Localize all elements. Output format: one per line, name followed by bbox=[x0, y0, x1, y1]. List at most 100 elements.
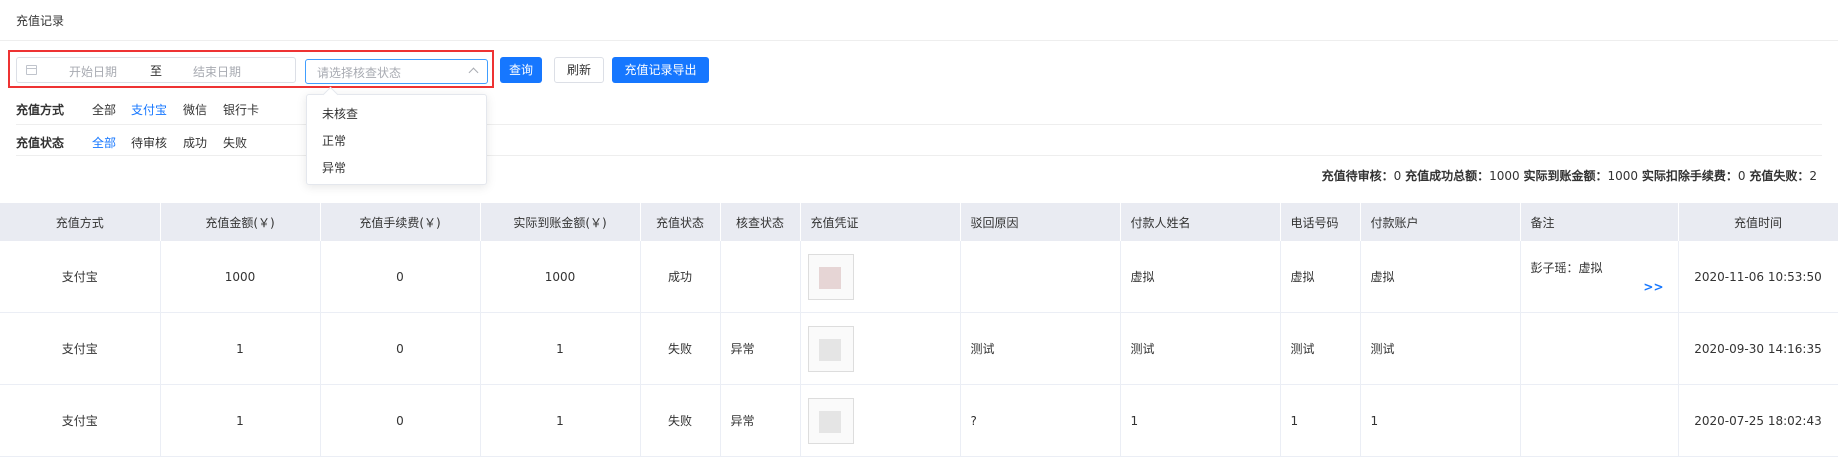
column-header: 付款账户 bbox=[1360, 203, 1521, 241]
column-header: 充值方式 bbox=[0, 203, 161, 241]
check-status-placeholder: 请选择核查状态 bbox=[317, 66, 402, 80]
status-option-abnormal[interactable]: 异常 bbox=[322, 159, 346, 176]
divider bbox=[16, 155, 1822, 156]
summary-bar: 充值待审核：0 充值成功总额：1000 实际到账金额：1000 实际扣除手续费：… bbox=[1322, 167, 1817, 184]
pending-label: 充值待审核： bbox=[1321, 169, 1394, 183]
cell-phone: 虚拟 bbox=[1280, 241, 1361, 313]
cell-check-status bbox=[720, 241, 801, 313]
cell-method: 支付宝 bbox=[0, 312, 161, 385]
table-row: 支付宝 1 0 1 失败 异常 ? 1 1 1 2020-07-25 18:02… bbox=[0, 384, 1838, 457]
method-option-wechat[interactable]: 微信 bbox=[183, 101, 207, 118]
voucher-thumbnail[interactable] bbox=[807, 397, 854, 444]
cell-remark bbox=[1520, 312, 1679, 385]
failed-label: 充值失败： bbox=[1749, 169, 1810, 183]
cell-remark: 彭子瑶：虚拟 >> bbox=[1520, 241, 1679, 313]
state-option-all[interactable]: 全部 bbox=[92, 134, 116, 151]
cell-payer: 测试 bbox=[1120, 312, 1281, 385]
status-option-normal[interactable]: 正常 bbox=[322, 132, 346, 149]
cell-fee: 0 bbox=[320, 384, 481, 457]
method-option-bankcard[interactable]: 银行卡 bbox=[223, 101, 259, 118]
calendar-icon bbox=[26, 65, 37, 75]
cell-voucher bbox=[800, 384, 961, 457]
state-option-pending[interactable]: 待审核 bbox=[131, 134, 167, 151]
cell-status: 失败 bbox=[640, 312, 721, 385]
method-option-all[interactable]: 全部 bbox=[92, 101, 116, 118]
cell-method: 支付宝 bbox=[0, 384, 161, 457]
table-row: 支付宝 1000 0 1000 成功 虚拟 虚拟 虚拟 彭子瑶：虚拟 >> 20… bbox=[0, 241, 1838, 313]
cell-amount: 1 bbox=[160, 312, 321, 385]
cell-remark bbox=[1520, 384, 1679, 457]
fee-label: 实际扣除手续费： bbox=[1641, 169, 1738, 183]
page-title: 充值记录 bbox=[16, 14, 65, 28]
cell-reason bbox=[960, 241, 1121, 313]
cell-fee: 0 bbox=[320, 312, 481, 385]
success-total-value: 1000 bbox=[1489, 169, 1520, 183]
cell-phone: 测试 bbox=[1280, 312, 1361, 385]
column-header: 充值手续费(￥) bbox=[320, 203, 481, 241]
date-range-picker[interactable]: 开始日期 至 结束日期 bbox=[16, 57, 296, 83]
column-header: 备注 bbox=[1520, 203, 1679, 241]
cell-voucher bbox=[800, 312, 961, 385]
divider bbox=[0, 40, 1838, 41]
cell-received: 1 bbox=[480, 312, 641, 385]
column-header: 电话号码 bbox=[1280, 203, 1361, 241]
column-header: 充值凭证 bbox=[800, 203, 961, 241]
success-total-label: 充值成功总额： bbox=[1405, 169, 1490, 183]
cell-status: 失败 bbox=[640, 384, 721, 457]
refresh-button[interactable]: 刷新 bbox=[554, 57, 604, 83]
received-value: 1000 bbox=[1607, 169, 1639, 183]
table-header-row: 充值方式 充值金额(￥) 充值手续费(￥) 实际到账金额(￥) 充值状态 核查状… bbox=[0, 203, 1838, 241]
column-header: 实际到账金额(￥) bbox=[480, 203, 641, 241]
method-filter-label: 充值方式 bbox=[16, 103, 65, 117]
recharge-table: 充值方式 充值金额(￥) 充值手续费(￥) 实际到账金额(￥) 充值状态 核查状… bbox=[0, 203, 1838, 457]
cell-account: 1 bbox=[1360, 384, 1521, 457]
column-header: 核查状态 bbox=[720, 203, 801, 241]
cell-reason: ? bbox=[960, 384, 1121, 457]
column-header: 付款人姓名 bbox=[1120, 203, 1281, 241]
remark-text: 彭子瑶：虚拟 bbox=[1530, 261, 1603, 275]
cell-payer: 虚拟 bbox=[1120, 241, 1281, 313]
received-label: 实际到账金额： bbox=[1523, 169, 1608, 183]
cell-method: 支付宝 bbox=[0, 241, 161, 313]
cell-phone: 1 bbox=[1280, 384, 1361, 457]
column-header: 充值状态 bbox=[640, 203, 721, 241]
dropdown-arrow bbox=[322, 86, 339, 103]
cell-amount: 1000 bbox=[160, 241, 321, 313]
divider bbox=[16, 124, 1822, 125]
cell-fee: 0 bbox=[320, 241, 481, 313]
pending-value: 0 bbox=[1393, 169, 1402, 183]
cell-reason: 测试 bbox=[960, 312, 1121, 385]
cell-time: 2020-07-25 18:02:43 bbox=[1678, 384, 1838, 457]
cell-voucher bbox=[800, 241, 961, 313]
check-status-dropdown: 未核查 正常 异常 bbox=[306, 86, 487, 185]
state-option-failed[interactable]: 失败 bbox=[223, 134, 247, 151]
cell-status: 成功 bbox=[640, 241, 721, 313]
cell-time: 2020-09-30 14:16:35 bbox=[1678, 312, 1838, 385]
end-date-input[interactable]: 结束日期 bbox=[193, 63, 241, 80]
cell-account: 测试 bbox=[1360, 312, 1521, 385]
table-row: 支付宝 1 0 1 失败 异常 测试 测试 测试 测试 2020-09-30 1… bbox=[0, 312, 1838, 385]
cell-received: 1000 bbox=[480, 241, 641, 313]
start-date-input[interactable]: 开始日期 bbox=[69, 63, 117, 80]
failed-value: 2 bbox=[1809, 169, 1817, 183]
chevron-up-icon bbox=[468, 67, 479, 78]
column-header: 驳回原因 bbox=[960, 203, 1121, 241]
range-separator: 至 bbox=[150, 64, 163, 78]
query-button[interactable]: 查询 bbox=[500, 57, 542, 83]
cell-payer: 1 bbox=[1120, 384, 1281, 457]
cell-amount: 1 bbox=[160, 384, 321, 457]
expand-remark-link[interactable]: >> bbox=[1643, 280, 1663, 294]
column-header: 充值时间 bbox=[1678, 203, 1838, 241]
cell-time: 2020-11-06 10:53:50 bbox=[1678, 241, 1838, 313]
cell-received: 1 bbox=[480, 384, 641, 457]
method-option-alipay[interactable]: 支付宝 bbox=[131, 101, 167, 118]
state-option-success[interactable]: 成功 bbox=[183, 134, 207, 151]
export-button[interactable]: 充值记录导出 bbox=[612, 57, 709, 83]
fee-value: 0 bbox=[1737, 169, 1746, 183]
cell-check-status: 异常 bbox=[720, 384, 801, 457]
voucher-thumbnail[interactable] bbox=[807, 325, 854, 372]
status-option-unchecked[interactable]: 未核查 bbox=[322, 105, 358, 122]
check-status-select[interactable]: 请选择核查状态 bbox=[305, 59, 488, 84]
voucher-thumbnail[interactable] bbox=[807, 253, 854, 300]
column-header: 充值金额(￥) bbox=[160, 203, 321, 241]
